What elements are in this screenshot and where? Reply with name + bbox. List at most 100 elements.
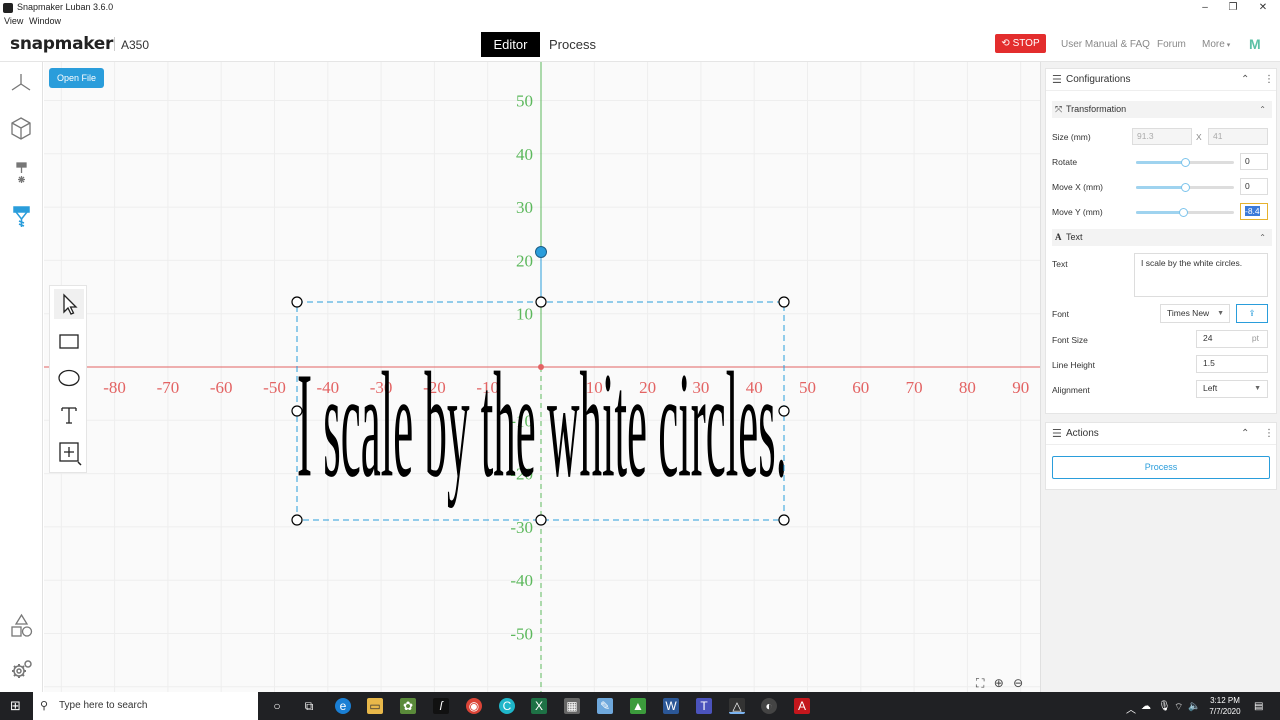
scale-handle-right[interactable]: [778, 405, 790, 417]
notifications-icon[interactable]: ▤: [1254, 701, 1263, 712]
view-controls: ⛶ ⊕ ⊖: [976, 676, 1023, 691]
zoom-out-icon[interactable]: ⊖: [1013, 676, 1023, 690]
select-pointer-icon[interactable]: [54, 289, 84, 319]
scale-handle-top-left[interactable]: [291, 296, 303, 308]
ellipse-tool-icon[interactable]: [54, 363, 84, 393]
inkscape-icon[interactable]: ſ: [433, 698, 449, 714]
acrobat-icon[interactable]: A: [794, 698, 810, 714]
rotate-handle[interactable]: [535, 246, 547, 258]
menu-bar: View Window: [0, 16, 1280, 28]
file-explorer-icon[interactable]: ▭: [367, 698, 383, 714]
text-content-field[interactable]: I scale by the white circles.: [1134, 253, 1268, 297]
font-select[interactable]: Times New ▼: [1160, 304, 1230, 323]
user-manual-link[interactable]: User Manual & FAQ: [1061, 39, 1150, 50]
move-x-slider[interactable]: [1136, 183, 1234, 192]
taskbar-clock[interactable]: 3:12 PM 7/7/2020: [1202, 695, 1248, 717]
obs-icon[interactable]: ◐: [761, 698, 777, 714]
maximize-button[interactable]: ❐: [1218, 0, 1248, 16]
task-view-icon[interactable]: ⧉: [301, 698, 317, 714]
size-height-field[interactable]: 41: [1208, 128, 1268, 145]
zoom-in-icon[interactable]: ⊕: [994, 676, 1004, 690]
cortana-icon[interactable]: ○: [269, 698, 285, 714]
size-width-field[interactable]: 91.3: [1132, 128, 1192, 145]
clock-time: 3:12 PM: [1210, 696, 1240, 705]
windows-taskbar: ⊞ ⚲ Type here to search ○ ⧉ e ▭ ✿ ſ ◉ C …: [0, 692, 1280, 720]
window-title: Snapmaker Luban 3.6.0: [17, 2, 114, 12]
teams-icon[interactable]: T: [696, 698, 712, 714]
excel-icon[interactable]: X: [531, 698, 547, 714]
scale-handle-left[interactable]: [291, 405, 303, 417]
luban-taskbar-icon[interactable]: △: [729, 698, 745, 714]
move-y-slider[interactable]: [1136, 208, 1234, 217]
rotate-input[interactable]: 0: [1240, 153, 1268, 170]
microphone-icon[interactable]: 🎙: [1158, 701, 1171, 712]
more-menu[interactable]: More ▾: [1202, 39, 1230, 50]
taskbar-search[interactable]: ⚲ Type here to search: [33, 692, 258, 720]
rectangle-tool-icon[interactable]: [54, 326, 84, 356]
volume-icon[interactable]: 🔈: [1188, 701, 1200, 712]
photos-icon[interactable]: ▲: [630, 698, 646, 714]
line-height-input[interactable]: 1.5: [1196, 355, 1268, 373]
laser-icon[interactable]: [8, 160, 35, 187]
rotate-slider[interactable]: [1136, 158, 1234, 167]
open-file-button[interactable]: Open File: [49, 68, 104, 88]
scale-handle-bottom-right[interactable]: [778, 514, 790, 526]
scale-handle-bottom-left[interactable]: [291, 514, 303, 526]
app-frog-icon[interactable]: ✿: [400, 698, 416, 714]
tray-chevron-icon[interactable]: ︿: [1126, 701, 1136, 716]
menu-view[interactable]: View: [4, 16, 23, 26]
wifi-icon[interactable]: ⌔: [1174, 701, 1183, 714]
more-label: More: [1202, 39, 1225, 50]
menu-window[interactable]: Window: [29, 16, 61, 26]
close-button[interactable]: ✕: [1248, 0, 1278, 16]
notepad-icon[interactable]: ✎: [597, 698, 613, 714]
upload-font-button[interactable]: ⇪: [1236, 304, 1268, 323]
machine-model: A350: [121, 38, 150, 52]
collapse-icon[interactable]: ⌃: [1241, 423, 1249, 445]
calculator-icon[interactable]: ▦: [564, 698, 580, 714]
onedrive-icon[interactable]: ☁: [1141, 701, 1151, 712]
size-separator: X: [1196, 132, 1202, 142]
coordinate-axes-icon[interactable]: [8, 70, 35, 97]
text-tool-icon[interactable]: [54, 400, 84, 430]
move-x-slider-knob[interactable]: [1181, 183, 1190, 192]
scale-handle-top[interactable]: [535, 296, 547, 308]
move-y-label: Move Y (mm): [1052, 207, 1103, 217]
windows-start-icon[interactable]: ⊞: [10, 699, 24, 713]
draw-toolbox: [49, 285, 87, 473]
font-size-input[interactable]: 24 pt: [1196, 330, 1268, 348]
text-section-title: Text: [1066, 232, 1083, 242]
scale-handle-top-right[interactable]: [778, 296, 790, 308]
minimize-button[interactable]: –: [1190, 0, 1220, 16]
settings-gear-icon[interactable]: [8, 656, 35, 683]
move-y-slider-knob[interactable]: [1179, 208, 1189, 217]
canvas-text-object[interactable]: I scale by the white circles.: [297, 342, 787, 509]
3d-cube-icon[interactable]: [8, 115, 35, 142]
add-frame-tool-icon[interactable]: [54, 437, 84, 467]
brand-m-icon[interactable]: M: [1249, 36, 1261, 52]
app-c-icon[interactable]: C: [499, 698, 515, 714]
shapes-library-icon[interactable]: [8, 612, 35, 639]
word-icon[interactable]: W: [663, 698, 679, 714]
rotate-slider-knob[interactable]: [1181, 158, 1190, 167]
scale-handle-bottom[interactable]: [535, 514, 547, 526]
alignment-select[interactable]: Left ▼: [1196, 380, 1268, 398]
process-button[interactable]: Process: [1052, 456, 1270, 479]
collapse-icon[interactable]: ⌃: [1241, 69, 1249, 91]
more-options-icon[interactable]: ⋮: [1264, 69, 1274, 91]
chevron-down-icon: ▾: [1224, 42, 1231, 49]
stop-button[interactable]: ⟲ STOP: [995, 34, 1046, 53]
edge-browser-icon[interactable]: e: [335, 698, 351, 714]
more-options-icon[interactable]: ⋮: [1264, 423, 1274, 445]
chrome-icon[interactable]: ◉: [466, 698, 482, 714]
move-y-input[interactable]: -8.4: [1240, 203, 1268, 220]
text-label: Text: [1052, 259, 1068, 269]
tab-editor[interactable]: Editor: [481, 32, 540, 57]
move-x-input[interactable]: 0: [1240, 178, 1268, 195]
transformation-section-header[interactable]: ⤧ Transformation ⌃: [1052, 101, 1272, 118]
cnc-tool-icon[interactable]: [8, 204, 35, 231]
tab-process[interactable]: Process: [545, 32, 600, 57]
forum-link[interactable]: Forum: [1157, 39, 1186, 50]
fit-view-icon[interactable]: ⛶: [976, 676, 984, 690]
text-section-header[interactable]: A Text ⌃: [1052, 229, 1272, 246]
